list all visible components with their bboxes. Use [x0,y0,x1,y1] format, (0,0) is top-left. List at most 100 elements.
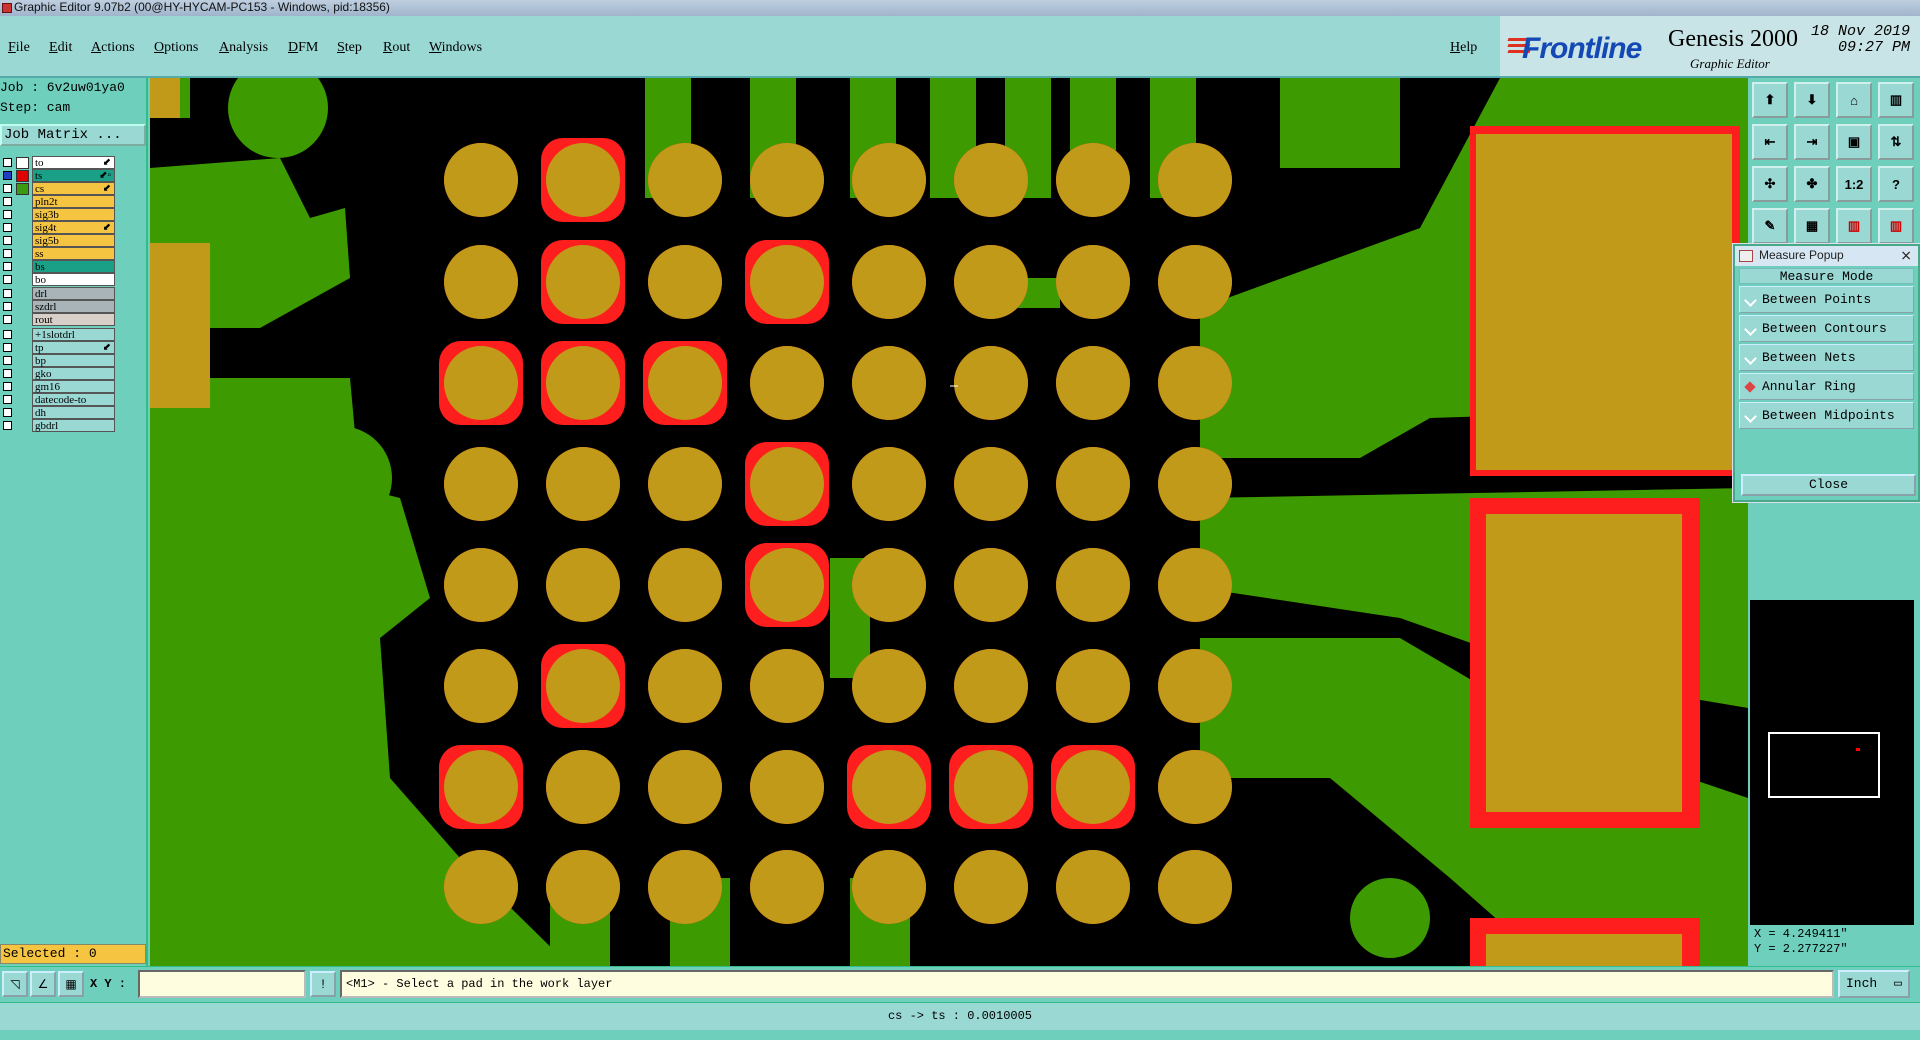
pad-mask-opening[interactable] [852,143,926,217]
layer-name[interactable]: ss [32,247,115,260]
info-icon[interactable]: ! [310,971,336,997]
pad-mask-opening[interactable] [546,346,620,420]
pad-mask-opening[interactable] [444,548,518,622]
view-icon[interactable]: ▣ [1836,124,1872,160]
layer-row-gbdrl[interactable]: gbdrl [0,419,118,433]
pad-mask-opening[interactable] [546,649,620,723]
layer-name[interactable]: ts ⬋▫ [32,169,115,182]
layer-alt-icon[interactable]: ▥ [1878,208,1914,244]
layer-row-sig3b[interactable]: sig3b [0,208,118,222]
pad-mask-opening[interactable] [1158,447,1232,521]
layer-row-szdrl[interactable]: szdrl [0,300,118,314]
pad-mask-opening[interactable] [750,447,824,521]
flip-icon[interactable]: ⇅ [1878,124,1914,160]
pad-mask-opening[interactable] [444,750,518,824]
layer-row-to[interactable]: to ⬋ [0,156,118,170]
measure-close-button[interactable]: Close [1741,474,1916,496]
pad-mask-opening[interactable] [1158,649,1232,723]
layer-name[interactable]: bp [32,354,115,367]
layer-row-drl[interactable]: drl [0,287,118,301]
layer-row-bs[interactable]: bs [0,260,118,274]
overview-frame[interactable] [1768,732,1880,798]
pad-mask-opening[interactable] [852,447,926,521]
layer-checkbox[interactable] [3,382,12,391]
pad-mask-opening[interactable] [444,649,518,723]
layer-name[interactable]: bo [32,273,115,286]
layer-name[interactable]: cs ⬋ [32,182,115,195]
pad-mask-opening[interactable] [954,346,1028,420]
pad-mask-opening[interactable] [1056,649,1130,723]
pad-mask-opening[interactable] [1158,548,1232,622]
pcb-view[interactable] [150,78,1748,966]
layer-name[interactable]: szdrl [32,300,115,313]
layer-checkbox[interactable] [3,210,12,219]
pad-mask-opening[interactable] [648,143,722,217]
pad-mask-opening[interactable] [750,143,824,217]
pad-mask-opening[interactable] [546,447,620,521]
xy-input[interactable] [138,970,306,998]
layer-row-tp[interactable]: tp ⬋ [0,341,118,355]
pad-mask-opening[interactable] [1158,143,1232,217]
layer-row-rout[interactable]: rout [0,313,118,327]
layer-row-gm16[interactable]: gm16 [0,380,118,394]
pad-mask-opening[interactable] [852,245,926,319]
pad-mask-opening[interactable] [648,850,722,924]
pan-right-icon[interactable]: ⇥ [1794,124,1830,160]
angle-icon[interactable]: ∠ [30,971,56,997]
layer-name[interactable]: gko [32,367,115,380]
pad-mask-opening[interactable] [750,649,824,723]
pad-mask-opening[interactable] [750,850,824,924]
pad-mask-opening[interactable] [444,245,518,319]
layer-checkbox[interactable] [3,395,12,404]
option-between-midpoints[interactable]: Between Midpoints [1739,402,1914,429]
layer-row-pln2t[interactable]: pln2t [0,195,118,209]
option-annular-ring[interactable]: Annular Ring [1739,373,1914,400]
layer-checkbox[interactable] [3,262,12,271]
layer-checkbox[interactable] [3,158,12,167]
layer-checkbox[interactable] [3,343,12,352]
layer-icon[interactable]: ▥ [1836,208,1872,244]
layer-checkbox[interactable] [3,421,12,430]
pad-mask-opening[interactable] [852,548,926,622]
pad-mask-opening[interactable] [546,850,620,924]
pad-mask-opening[interactable] [648,447,722,521]
pad-mask-opening[interactable] [546,143,620,217]
pad-mask-opening[interactable] [852,649,926,723]
layer-row-cs[interactable]: cs ⬋ [0,182,118,196]
pad-mask-opening[interactable] [444,850,518,924]
layer-checkbox[interactable] [3,369,12,378]
grid-icon[interactable]: ▦ [1794,208,1830,244]
layer-name[interactable]: rout [32,313,115,326]
menu-rout[interactable]: Rout [383,40,410,56]
pad-mask-opening[interactable] [648,649,722,723]
layer-name[interactable]: pln2t [32,195,115,208]
pad-mask-opening[interactable] [954,750,1028,824]
layer-name[interactable]: sig4t ⬋ [32,221,115,234]
layer-checkbox[interactable] [3,171,12,180]
pad-mask-opening[interactable] [648,548,722,622]
layer-checkbox[interactable] [3,184,12,193]
pad-mask-opening[interactable] [954,850,1028,924]
layer-name[interactable]: +1slotdrl [32,328,115,341]
pad-mask-opening[interactable] [1158,346,1232,420]
layer-checkbox[interactable] [3,356,12,365]
option-between-points[interactable]: Between Points [1739,286,1914,313]
menu-options[interactable]: Options [154,40,198,56]
overview-map[interactable] [1750,600,1914,925]
layer-checkbox[interactable] [3,249,12,258]
layer-checkbox[interactable] [3,315,12,324]
pad-mask-opening[interactable] [444,143,518,217]
menu-step[interactable]: Step [337,40,362,56]
pad-mask-opening[interactable] [954,143,1028,217]
pad-mask-opening[interactable] [750,548,824,622]
zoom-fit-icon[interactable]: ✣ [1752,166,1788,202]
layer-name[interactable]: tp ⬋ [32,341,115,354]
pad-mask-opening[interactable] [852,850,926,924]
layer-checkbox[interactable] [3,236,12,245]
pad-mask-opening[interactable] [852,750,926,824]
grid-icon[interactable]: ▦ [58,971,84,997]
layer-checkbox[interactable] [3,289,12,298]
unit-selector[interactable]: Inch ▭ [1838,970,1910,998]
layer-row-bo[interactable]: bo [0,273,118,287]
layer-checkbox[interactable] [3,275,12,284]
